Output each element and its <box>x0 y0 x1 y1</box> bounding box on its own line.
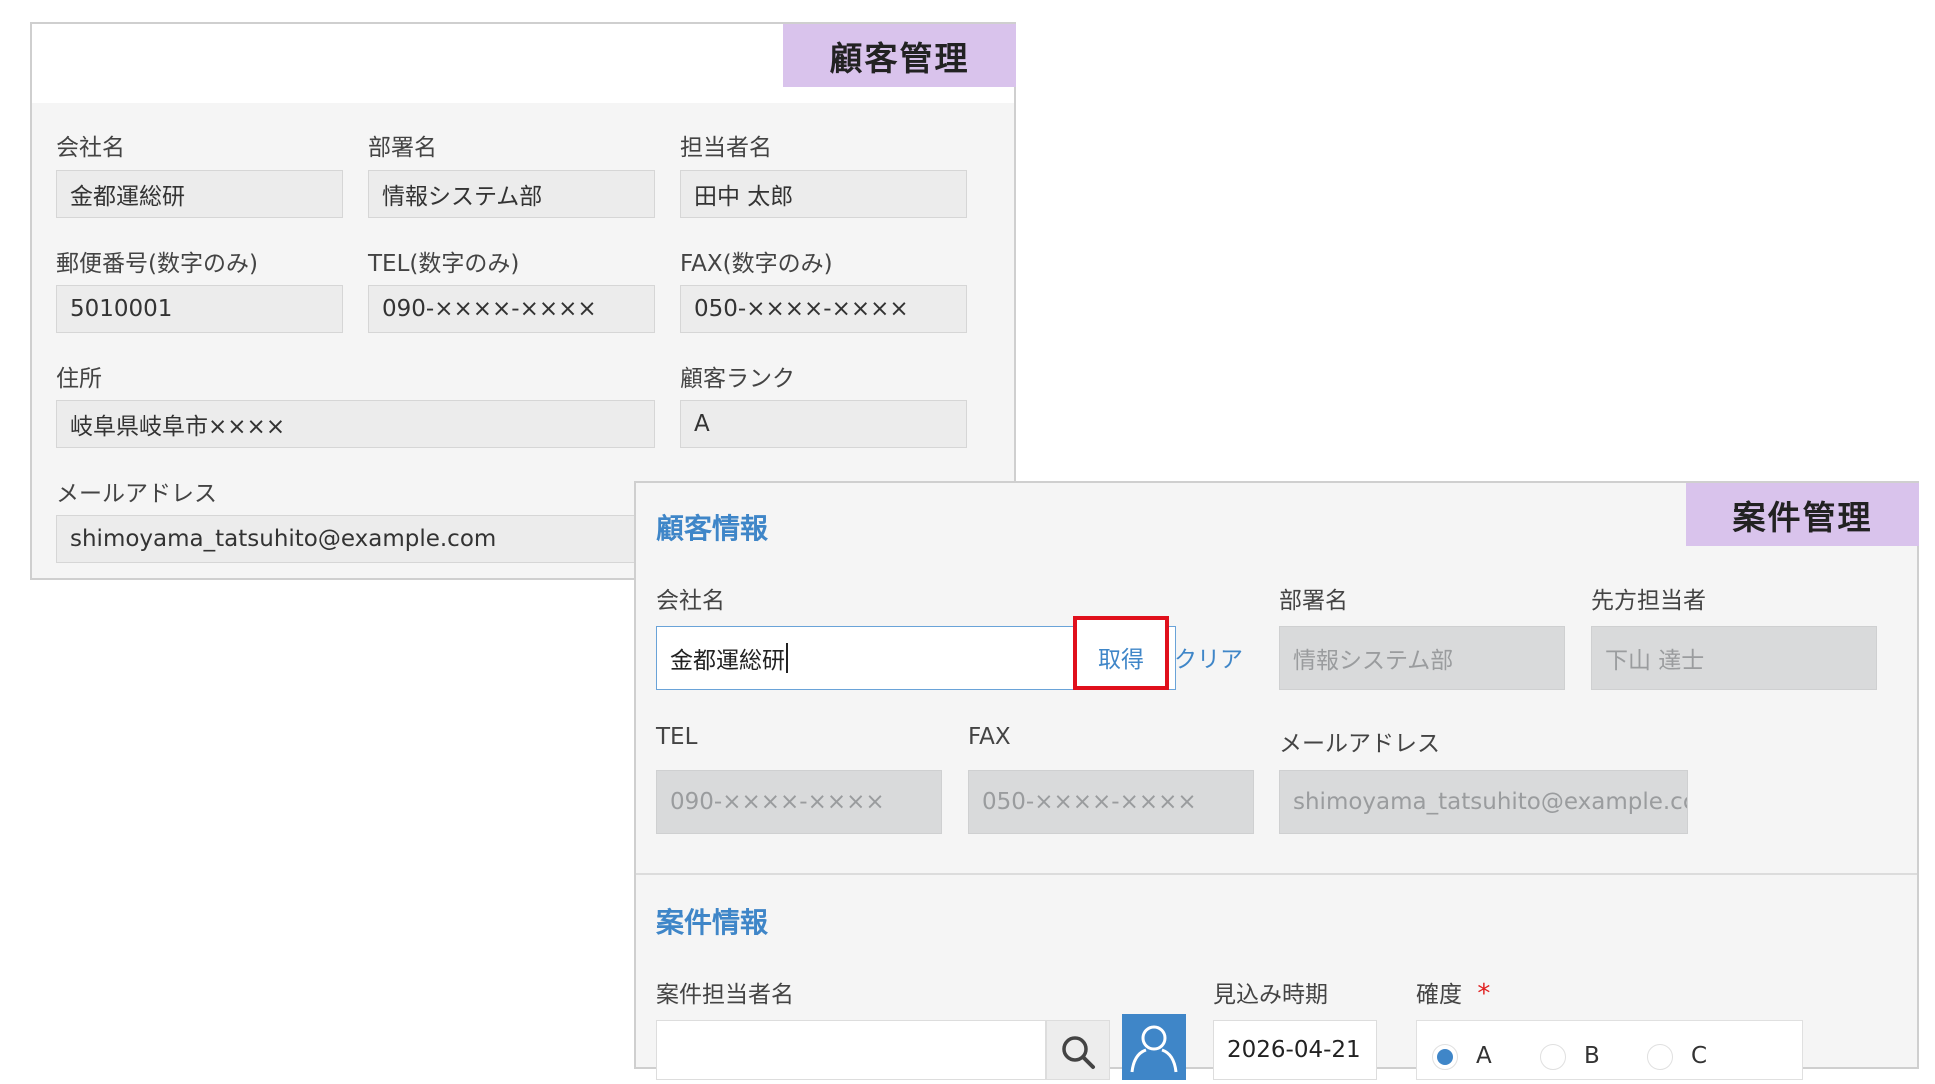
contact-label: 先方担当者 <box>1591 588 1706 614</box>
tel-label: TEL(数字のみ) <box>368 251 520 277</box>
fax-label: FAX <box>968 724 1011 750</box>
fax-field[interactable]: 050-××××-×××× <box>680 285 967 333</box>
tel-field: 090-××××-×××× <box>656 770 942 834</box>
zip-field[interactable]: 5010001 <box>56 285 343 333</box>
certainty-option-a: A <box>1476 1043 1492 1069</box>
certainty-radio-a[interactable] <box>1432 1044 1458 1070</box>
certainty-radio-c[interactable] <box>1647 1044 1673 1070</box>
text-caret <box>786 643 788 673</box>
fax-label: FAX(数字のみ) <box>680 251 833 277</box>
contact-field: 下山 達士 <box>1591 626 1877 690</box>
owner-input[interactable] <box>656 1020 1046 1080</box>
owner-search-button[interactable] <box>1046 1020 1110 1080</box>
person-field[interactable]: 田中 太郎 <box>680 170 967 218</box>
company-input-value: 金都運総研 <box>670 648 785 674</box>
company-label: 会社名 <box>656 588 725 614</box>
certainty-radio-group <box>1416 1020 1803 1080</box>
zip-label: 郵便番号(数字のみ) <box>56 251 258 277</box>
email-field[interactable]: shimoyama_tatsuhito@example.com <box>56 515 676 563</box>
tel-label: TEL <box>656 724 698 750</box>
project-management-panel: 案件管理 顧客情報 会社名 金都運総研 取得 クリア 部署名 情報システム部 先… <box>634 481 1919 1080</box>
panel-title: 顧客管理 <box>783 24 1016 87</box>
search-icon <box>1062 1036 1095 1069</box>
user-picker-button[interactable] <box>1122 1014 1186 1080</box>
rank-field[interactable]: A <box>680 400 967 448</box>
forecast-label: 見込み時期 <box>1213 982 1328 1008</box>
address-field[interactable]: 岐阜県岐阜市×××× <box>56 400 655 448</box>
dept-field: 情報システム部 <box>1279 626 1565 690</box>
project-info-heading: 案件情報 <box>656 906 769 939</box>
company-label: 会社名 <box>56 135 125 161</box>
email-label: メールアドレス <box>56 481 217 507</box>
dept-label: 部署名 <box>368 135 437 161</box>
company-field[interactable]: 金都運総研 <box>56 170 343 218</box>
certainty-option-c: C <box>1691 1043 1708 1069</box>
forecast-date-input[interactable]: 2026-04-21 <box>1213 1020 1377 1080</box>
certainty-label: 確度 * <box>1416 975 1490 1009</box>
customer-info-heading: 顧客情報 <box>656 512 769 545</box>
section-divider <box>636 873 1917 875</box>
dept-field[interactable]: 情報システム部 <box>368 170 655 218</box>
certainty-radio-b[interactable] <box>1540 1044 1566 1070</box>
tel-field[interactable]: 090-××××-×××× <box>368 285 655 333</box>
required-mark: * <box>1477 979 1491 1009</box>
email-field: shimoyama_tatsuhito@example.cc <box>1279 770 1688 834</box>
person-label: 担当者名 <box>680 135 772 161</box>
certainty-option-b: B <box>1584 1043 1600 1069</box>
fetch-button[interactable]: 取得 <box>1098 640 1144 674</box>
certainty-label-text: 確度 <box>1416 982 1462 1008</box>
email-label: メールアドレス <box>1279 731 1440 757</box>
panel-title: 案件管理 <box>1686 483 1919 546</box>
rank-label: 顧客ランク <box>680 366 795 392</box>
dept-label: 部署名 <box>1279 588 1348 614</box>
clear-button[interactable]: クリア <box>1174 640 1243 674</box>
owner-label: 案件担当者名 <box>656 982 794 1008</box>
address-label: 住所 <box>56 366 102 392</box>
user-icon <box>1130 1025 1178 1073</box>
fax-field: 050-××××-×××× <box>968 770 1254 834</box>
